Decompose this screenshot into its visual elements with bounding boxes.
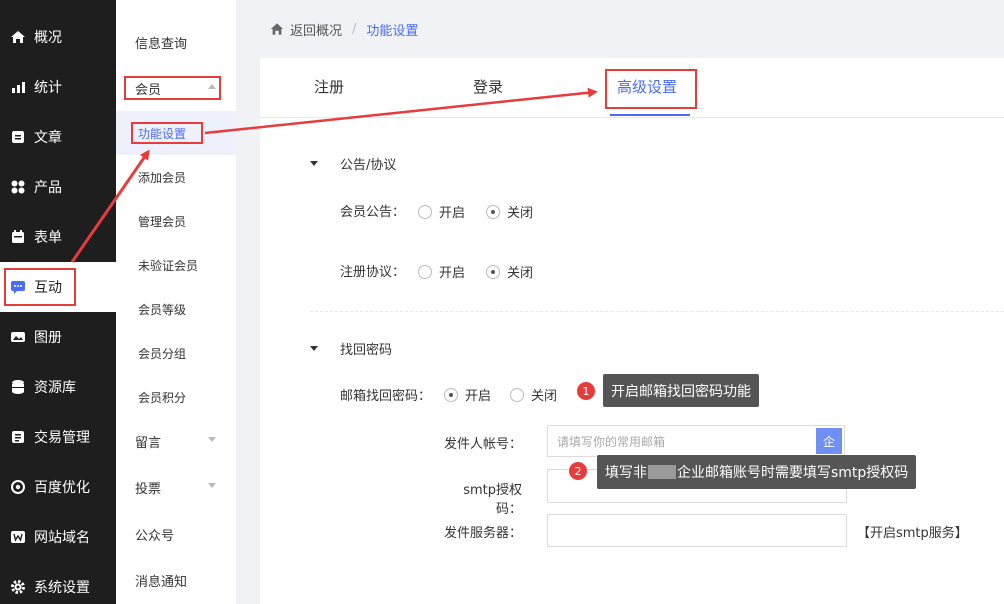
email-recover-on-radio[interactable]: 开启	[444, 385, 491, 404]
nav-item-stats[interactable]: 统计	[0, 62, 116, 112]
nav-item-label: 图册	[34, 330, 62, 346]
agreement-off-radio[interactable]: 关闭	[486, 262, 533, 281]
main-nav: 概况 统计 文章 产品 表单 互动 图册 资源库 交易管理 百度优化 网站域名	[0, 0, 116, 604]
article-icon	[10, 129, 26, 145]
database-icon	[10, 379, 26, 395]
email-recover-off-radio[interactable]: 关闭	[510, 385, 557, 404]
nav-item-label: 产品	[34, 180, 62, 196]
agreement-on-radio[interactable]: 开启	[418, 262, 465, 281]
nav-item-resources[interactable]: 资源库	[0, 362, 116, 412]
submenu-official-account[interactable]: 公众号	[116, 512, 236, 556]
breadcrumb-separator: /	[352, 21, 357, 37]
submenu-unverified-member[interactable]: 未验证会员	[116, 243, 236, 287]
enable-smtp-link[interactable]: 【开启smtp服务】	[857, 522, 968, 541]
chevron-down-icon	[208, 437, 216, 442]
annotation-box	[605, 69, 697, 109]
submenu-member-level[interactable]: 会员等级	[116, 287, 236, 331]
submenu-vote[interactable]: 投票	[116, 465, 236, 509]
sender-account-label: 发件人帐号：	[443, 437, 522, 452]
mail-server-label: 发件服务器：	[443, 526, 522, 541]
nav-item-article[interactable]: 文章	[0, 112, 116, 162]
tab-login[interactable]: 登录	[473, 76, 503, 97]
chevron-down-icon	[208, 483, 216, 488]
mail-server-input[interactable]	[547, 514, 847, 547]
annotation-box	[131, 122, 203, 144]
nav-item-label: 交易管理	[34, 430, 90, 446]
nav-item-label: 统计	[34, 80, 62, 96]
album-icon	[10, 329, 26, 345]
annotation-box	[124, 76, 221, 100]
nav-item-product[interactable]: 产品	[0, 162, 116, 212]
section-divider	[310, 311, 1004, 312]
radio-circle	[486, 264, 500, 279]
section-title: 公告/协议	[340, 158, 397, 173]
annotation-box	[4, 268, 76, 306]
caret-down-icon	[310, 161, 318, 166]
annotation-tip: 开启邮箱找回密码功能	[603, 374, 759, 407]
submenu-info-query[interactable]: 信息查询	[116, 20, 236, 64]
home-icon	[270, 23, 284, 35]
submenu-add-member[interactable]: 添加会员	[116, 155, 236, 199]
breadcrumb-back-link[interactable]: 返回概况	[290, 20, 342, 39]
nav-item-label: 网站域名	[34, 530, 90, 546]
radio-circle	[418, 264, 432, 279]
section-title: 找回密码	[340, 343, 393, 358]
caret-down-icon	[310, 346, 318, 351]
enterprise-mail-button[interactable]: 企	[816, 428, 842, 454]
nav-item-settings[interactable]: 系统设置	[0, 562, 116, 604]
sub-menu: 信息查询 会员 功能设置 添加会员 管理会员 未验证会员 会员等级 会员分组 会…	[116, 0, 236, 604]
sender-account-input[interactable]: 请填写你的常用邮箱	[547, 425, 845, 457]
home-icon	[10, 29, 26, 45]
submenu-message[interactable]: 留言	[116, 419, 236, 463]
email-recover-label: 邮箱找回密码：	[340, 389, 432, 404]
submenu-member-group[interactable]: 会员分组	[116, 331, 236, 375]
tab-register[interactable]: 注册	[314, 76, 344, 97]
announcement-off-radio[interactable]: 关闭	[486, 202, 533, 221]
registration-agreement-label: 注册协议：	[340, 265, 406, 280]
smtp-code-label: smtp授权码：	[463, 483, 522, 517]
section-notice-toggle[interactable]: 公告/协议	[310, 154, 396, 173]
section-recover-toggle[interactable]: 找回密码	[310, 339, 392, 358]
step-badge: 2	[569, 462, 587, 480]
radio-circle	[510, 387, 524, 402]
nav-item-trade[interactable]: 交易管理	[0, 412, 116, 462]
chart-icon	[10, 79, 26, 95]
target-icon	[10, 479, 26, 495]
annotation-tip: 填写非 企业邮箱账号时需要填写smtp授权码	[597, 455, 917, 489]
submenu-manage-member[interactable]: 管理会员	[116, 199, 236, 243]
nav-item-label: 概况	[34, 30, 62, 46]
breadcrumb-current: 功能设置	[366, 23, 419, 39]
submenu-notification[interactable]: 消息通知	[116, 558, 236, 602]
radio-circle	[418, 204, 432, 219]
nav-item-label: 系统设置	[34, 580, 90, 596]
nav-item-label: 表单	[34, 230, 62, 246]
nav-item-label: 百度优化	[34, 480, 90, 496]
radio-circle	[444, 387, 458, 402]
member-announcement-label: 会员公告：	[340, 205, 406, 220]
nav-item-seo[interactable]: 百度优化	[0, 462, 116, 512]
radio-circle	[486, 204, 500, 219]
nav-item-form[interactable]: 表单	[0, 212, 116, 262]
tab-active-indicator	[610, 114, 690, 116]
nav-item-label: 文章	[34, 130, 62, 146]
grid-icon	[10, 179, 26, 195]
step-badge: 1	[577, 382, 595, 400]
w-icon	[10, 529, 26, 545]
redaction-block	[648, 465, 676, 479]
gear-icon	[10, 579, 26, 595]
settings-panel: 注册 登录 高级设置 公告/协议 会员公告： 开启 关闭 注册协议： 开启 关闭…	[260, 58, 1004, 604]
nav-item-album[interactable]: 图册	[0, 312, 116, 362]
wallet-icon	[10, 429, 26, 445]
nav-item-interaction[interactable]: 互动	[0, 262, 116, 312]
breadcrumb: 返回概况 / 功能设置	[236, 0, 1004, 58]
nav-item-domain[interactable]: 网站域名	[0, 512, 116, 562]
announcement-on-radio[interactable]: 开启	[418, 202, 465, 221]
nav-item-label: 资源库	[34, 380, 76, 396]
nav-item-overview[interactable]: 概况	[0, 12, 116, 62]
submenu-member-points[interactable]: 会员积分	[116, 375, 236, 419]
tab-bar: 注册 登录 高级设置	[260, 58, 1004, 118]
calendar-icon	[10, 229, 26, 245]
